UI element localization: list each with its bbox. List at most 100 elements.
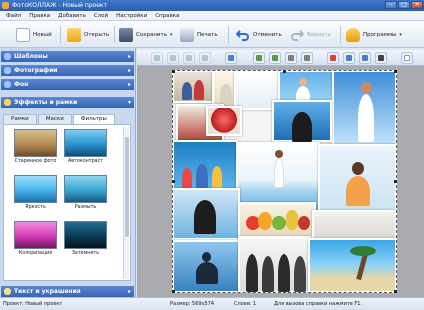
send-backward-icon[interactable] — [269, 52, 281, 64]
chevron-down-icon: ▾ — [127, 99, 131, 106]
flip-tool-icon[interactable] — [199, 52, 211, 64]
category-text-decorations[interactable]: Текст и украшения ▸ — [1, 286, 134, 297]
undo-icon — [235, 28, 250, 42]
status-help: Для вызова справки нажмите F1. — [274, 301, 363, 307]
cut-tool-icon[interactable] — [151, 52, 163, 64]
print-label: Печать — [197, 31, 218, 38]
minimize-button[interactable]: – — [385, 1, 397, 9]
folder-icon — [67, 27, 81, 42]
new-project-label: Новый — [33, 31, 52, 38]
menu-add[interactable]: Добавить — [54, 13, 90, 19]
text-icon — [4, 288, 11, 295]
chevron-icon: ▸ — [127, 288, 131, 295]
new-document-icon — [16, 27, 30, 42]
programs-dropdown-icon: ▾ — [399, 31, 402, 38]
category-effects-label: Эффекты и рамки — [14, 99, 78, 106]
photos-icon — [4, 67, 11, 74]
filter-item[interactable]: Яркость — [12, 175, 59, 213]
align-icon[interactable] — [285, 52, 297, 64]
category-effects[interactable]: Эффекты и рамки ▾ — [1, 97, 134, 108]
effects-subtabs: Рамки Маски Фильтры — [3, 114, 131, 124]
app-logo-icon — [2, 2, 9, 9]
filter-label: Яркость — [25, 205, 46, 210]
selection-frame[interactable] — [172, 70, 397, 293]
filter-gallery: Старинное фото Автоконтраст Яркость Разм… — [3, 124, 131, 281]
save-icon — [119, 27, 133, 42]
filter-thumbnail — [14, 221, 57, 249]
main-toolbar: Новый Открыть Сохранить ▾ Печать Отменит… — [0, 21, 424, 48]
category-templates-label: Шаблоны — [14, 53, 48, 60]
bring-forward-icon[interactable] — [253, 52, 265, 64]
crop-icon[interactable] — [343, 52, 355, 64]
filter-label: Размыть — [74, 205, 97, 210]
printer-icon — [180, 27, 194, 42]
print-area-tool-icon[interactable] — [225, 52, 237, 64]
programs-label: Программы — [363, 31, 397, 38]
redo-icon — [290, 28, 305, 42]
filter-thumbnail — [64, 175, 107, 203]
filter-thumbnail — [64, 221, 107, 249]
filter-item[interactable]: Старинное фото — [12, 129, 59, 167]
status-layers: Слоев: 1 — [234, 301, 257, 307]
category-text-label: Текст и украшения — [14, 288, 81, 295]
arrange-icon[interactable] — [301, 52, 313, 64]
background-icon — [4, 81, 11, 88]
menu-edit[interactable]: Правка — [25, 13, 54, 19]
filter-scrollbar[interactable] — [123, 127, 129, 279]
redo-label: Вернуть — [307, 31, 331, 38]
category-photos-label: Фотографии — [14, 67, 58, 74]
tab-filters[interactable]: Фильтры — [72, 114, 115, 124]
menu-settings[interactable]: Настройки — [112, 13, 151, 19]
undo-label: Отменить — [253, 31, 282, 38]
save-button[interactable]: Сохранить ▾ — [119, 25, 172, 44]
category-background-label: Фон — [14, 81, 29, 88]
category-background[interactable]: Фон ▸ — [1, 79, 134, 90]
category-templates[interactable]: Шаблоны ▸ — [1, 51, 134, 62]
filter-item[interactable]: Затемнить — [62, 221, 109, 259]
filter-label: Автоконтраст — [67, 159, 104, 164]
templates-icon — [4, 53, 11, 60]
status-bar: Проект: Новый проект Размер: 569x574 Сло… — [0, 297, 424, 310]
chevron-icon: ▸ — [127, 53, 131, 60]
filter-item[interactable]: Автоконтраст — [62, 129, 109, 167]
close-button[interactable]: × — [411, 1, 423, 9]
menu-file[interactable]: Файл — [2, 13, 25, 19]
menu-help[interactable]: Справка — [151, 13, 183, 19]
rotate-right-tool-icon[interactable] — [183, 52, 195, 64]
filter-label: Старинное фото — [14, 159, 57, 164]
collage-canvas[interactable] — [172, 70, 397, 293]
tab-masks[interactable]: Маски — [37, 114, 72, 124]
programs-button[interactable]: Программы ▾ — [346, 25, 402, 44]
new-project-button[interactable]: Новый — [16, 25, 52, 44]
filter-label: Колоризация — [18, 251, 53, 256]
rotate-left-tool-icon[interactable] — [167, 52, 179, 64]
print-button[interactable]: Печать — [180, 25, 218, 44]
filter-item[interactable]: Колоризация — [12, 221, 59, 259]
work-surface — [137, 66, 424, 297]
maximize-button[interactable]: □ — [398, 1, 410, 9]
open-button[interactable]: Открыть — [67, 25, 109, 44]
zoom-icon[interactable] — [359, 52, 371, 64]
undo-button[interactable]: Отменить — [235, 25, 282, 44]
status-project: Проект: Новый проект — [3, 301, 63, 307]
save-label: Сохранить — [136, 31, 167, 38]
save-dropdown-icon[interactable]: ▾ — [170, 32, 173, 38]
page-settings-icon[interactable] — [401, 52, 413, 64]
redo-button[interactable]: Вернуть — [290, 25, 331, 44]
edit-toolbar — [137, 50, 424, 66]
menu-bar: Файл Правка Добавить Слой Настройки Спра… — [0, 11, 424, 21]
effects-icon — [4, 99, 11, 106]
filter-item[interactable]: Размыть — [62, 175, 109, 213]
delete-icon[interactable] — [327, 52, 339, 64]
programs-icon — [346, 27, 360, 42]
tab-frames[interactable]: Рамки — [3, 114, 37, 124]
category-photos[interactable]: Фотографии ▸ — [1, 65, 134, 76]
filter-thumbnail — [14, 129, 57, 157]
canvas-area — [137, 48, 424, 297]
filter-thumbnail — [14, 175, 57, 203]
menu-layer[interactable]: Слой — [90, 13, 112, 19]
status-size: Размер: 569x574 — [170, 301, 215, 307]
lock-icon[interactable] — [375, 52, 387, 64]
left-panel: Шаблоны ▸ Фотографии ▸ Фон ▸ Эффекты и р… — [0, 48, 136, 297]
title-bar: ФотоКОЛЛАЖ - Новый проект – □ × — [0, 0, 424, 11]
